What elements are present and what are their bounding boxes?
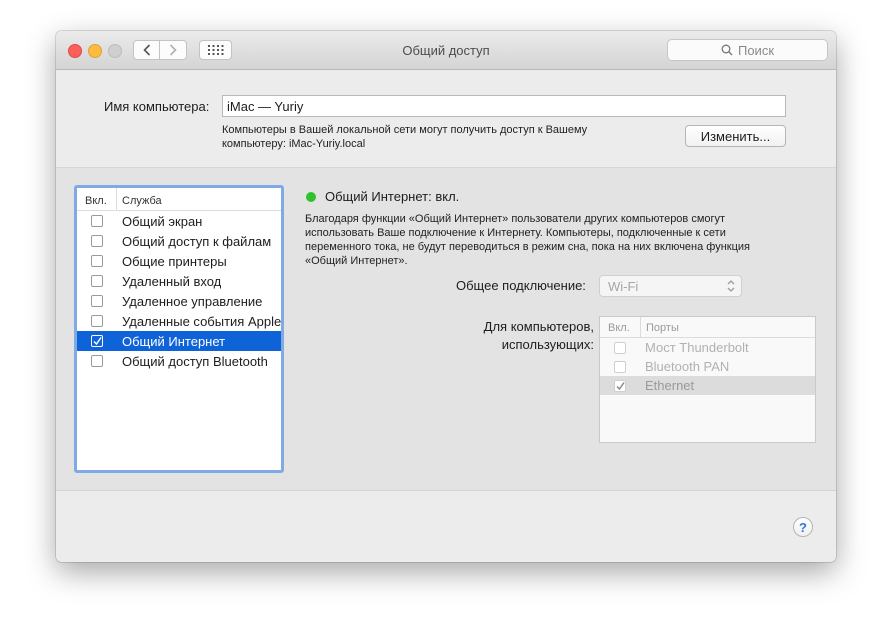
service-checkbox[interactable] bbox=[91, 315, 103, 327]
computer-name-description-line: Компьютеры в Вашей локальной сети могут … bbox=[222, 124, 588, 136]
change-button[interactable]: Изменить... bbox=[685, 125, 786, 147]
service-label: Удаленное управление bbox=[122, 293, 263, 309]
service-row[interactable]: Общий доступ к файлам bbox=[77, 231, 281, 251]
service-row[interactable]: Общий Интернет bbox=[77, 331, 281, 351]
service-row[interactable]: Удаленные события Apple bbox=[77, 311, 281, 331]
computer-name-description-line: компьютеру: iMac-Yuriy.local bbox=[222, 138, 366, 150]
service-label: Удаленные события Apple bbox=[122, 313, 282, 329]
service-row[interactable]: Общий доступ Bluetooth bbox=[77, 351, 281, 371]
shared-connection-select[interactable]: Wi-Fi bbox=[599, 275, 742, 297]
service-row[interactable]: Удаленное управление bbox=[77, 291, 281, 311]
service-checkbox[interactable] bbox=[91, 295, 103, 307]
service-label: Общий Интернет bbox=[122, 333, 226, 349]
search-field[interactable]: Поиск bbox=[667, 39, 828, 61]
sharing-window: Общий доступ Поиск Имя компьютера: iMac … bbox=[56, 31, 836, 562]
titlebar: Общий доступ Поиск bbox=[56, 31, 836, 70]
checkmark-icon bbox=[616, 381, 625, 390]
service-checkbox[interactable] bbox=[91, 215, 103, 227]
service-description: Благодаря функции «Общий Интернет» польз… bbox=[305, 212, 775, 268]
port-row: Мост Thunderbolt bbox=[600, 338, 815, 357]
column-header-ports: Порты bbox=[646, 322, 679, 334]
ports-list-header: Вкл. Порты bbox=[600, 317, 815, 338]
search-icon bbox=[721, 44, 733, 56]
service-checkbox[interactable] bbox=[91, 355, 103, 367]
service-label: Общий доступ к файлам bbox=[122, 233, 272, 249]
service-list-header: Вкл. Служба bbox=[77, 188, 281, 211]
port-checkbox bbox=[614, 360, 626, 373]
status-text: Общий Интернет: вкл. bbox=[325, 189, 460, 204]
port-label: Ethernet bbox=[645, 378, 695, 393]
shared-connection-value: Wi-Fi bbox=[608, 279, 639, 294]
service-label: Удаленный вход bbox=[122, 273, 222, 289]
service-description-line: «Общий Интернет». bbox=[305, 255, 408, 267]
for-computers-label: Для компьютеров, использующих: bbox=[446, 318, 594, 354]
service-description-line: использовать Ваше подключение к Интернет… bbox=[305, 227, 726, 239]
port-row: Bluetooth PAN bbox=[600, 357, 815, 376]
port-label: Bluetooth PAN bbox=[645, 359, 730, 374]
computer-name-section: Имя компьютера: iMac — Yuriy Компьютеры … bbox=[56, 70, 836, 168]
service-checkbox[interactable] bbox=[91, 235, 103, 247]
service-row[interactable]: Удаленный вход bbox=[77, 271, 281, 291]
ports-list: Вкл. Порты Мост Thunderbolt Bluetooth PAN… bbox=[599, 316, 816, 443]
service-checkbox[interactable] bbox=[91, 335, 103, 347]
service-description-line: переменного тока, не будут переводиться … bbox=[305, 241, 751, 253]
computer-name-label: Имя компьютера: bbox=[104, 99, 210, 114]
search-placeholder: Поиск bbox=[737, 42, 775, 58]
service-checkbox[interactable] bbox=[91, 255, 103, 267]
service-description-line: Благодаря функции «Общий Интернет» польз… bbox=[305, 213, 726, 225]
port-checkbox bbox=[614, 341, 626, 354]
computer-name-description: Компьютеры в Вашей локальной сети могут … bbox=[222, 123, 662, 151]
column-header-service[interactable]: Служба bbox=[117, 188, 162, 210]
service-row[interactable]: Общий экран bbox=[77, 211, 281, 231]
for-computers-label-line: Для компьютеров, bbox=[483, 319, 594, 334]
computer-name-field[interactable]: iMac — Yuriy bbox=[222, 95, 786, 117]
port-label: Мост Thunderbolt bbox=[645, 340, 749, 355]
port-checkbox bbox=[614, 379, 626, 392]
service-label: Общие принтеры bbox=[122, 253, 227, 269]
column-header-on: Вкл. bbox=[600, 317, 641, 337]
for-computers-label-line: использующих: bbox=[501, 337, 594, 352]
port-row: Ethernet bbox=[600, 376, 815, 395]
service-label: Общий экран bbox=[122, 213, 203, 229]
column-header-on[interactable]: Вкл. bbox=[77, 188, 117, 210]
service-label: Общий доступ Bluetooth bbox=[122, 353, 268, 369]
sharing-content: Вкл. Служба Общий экран Общий доступ к фа… bbox=[56, 168, 836, 491]
service-checkbox[interactable] bbox=[91, 275, 103, 287]
service-row[interactable]: Общие принтеры bbox=[77, 251, 281, 271]
shared-connection-label: Общее подключение: bbox=[456, 278, 586, 293]
help-button[interactable]: ? bbox=[793, 517, 813, 537]
checkmark-icon bbox=[93, 337, 102, 346]
service-list[interactable]: Вкл. Служба Общий экран Общий доступ к фа… bbox=[74, 185, 284, 473]
status-indicator bbox=[306, 192, 316, 202]
updown-arrows-icon bbox=[727, 280, 735, 292]
